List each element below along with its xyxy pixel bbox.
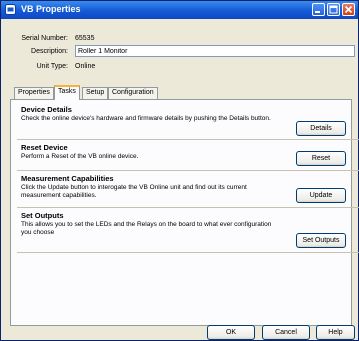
reset-device-description: Perform a Reset of the VB online device.: [21, 153, 139, 160]
tasks-panel: Device Details Check the online device's…: [10, 99, 359, 326]
maximize-button[interactable]: [327, 3, 340, 16]
section-divider: [17, 139, 359, 140]
unit-type-label: Unit Type:: [36, 63, 68, 70]
device-details-title: Device Details: [21, 105, 72, 114]
tab-properties[interactable]: Properties: [14, 87, 54, 99]
reset-device-title: Reset Device: [21, 143, 68, 152]
minimize-button[interactable]: [312, 3, 325, 16]
close-button[interactable]: [342, 3, 355, 16]
reset-button[interactable]: Reset: [296, 151, 346, 166]
measurement-capabilities-section: Measurement Capabilities Click the Updat…: [21, 174, 281, 200]
cancel-button[interactable]: Cancel: [262, 325, 310, 340]
help-button[interactable]: Help: [316, 325, 355, 340]
description-label: Description:: [31, 48, 68, 55]
description-input[interactable]: [75, 45, 355, 57]
details-button[interactable]: Details: [296, 121, 346, 136]
update-button[interactable]: Update: [296, 188, 346, 203]
set-outputs-description: This allows you to set the LEDs and the …: [21, 221, 272, 236]
measurement-capabilities-description: Click the Update button to interogate th…: [21, 184, 247, 199]
vb-properties-window: VB Properties Serial Number: 65535 Descr…: [0, 0, 359, 341]
serial-number-label: Serial Number:: [21, 35, 68, 42]
reset-device-section: Reset Device Perform a Reset of the VB o…: [21, 143, 281, 161]
device-details-description: Check the online device's hardware and f…: [21, 115, 271, 122]
tab-setup[interactable]: Setup: [82, 87, 109, 99]
window-title: VB Properties: [21, 4, 81, 14]
maximize-icon: [329, 5, 338, 14]
section-divider: [17, 252, 359, 253]
close-icon: [344, 5, 353, 14]
tab-tasks[interactable]: Tasks: [54, 85, 80, 100]
set-outputs-section: Set Outputs This allows you to set the L…: [21, 211, 281, 237]
ok-button[interactable]: OK: [207, 325, 255, 340]
set-outputs-title: Set Outputs: [21, 211, 64, 220]
section-divider: [17, 170, 359, 171]
title-bar[interactable]: VB Properties: [1, 1, 358, 19]
section-divider: [17, 207, 359, 208]
device-details-section: Device Details Check the online device's…: [21, 105, 281, 123]
minimize-icon: [315, 11, 320, 13]
app-icon: [5, 4, 16, 15]
tab-configuration[interactable]: Configuration: [108, 87, 158, 99]
measurement-capabilities-title: Measurement Capabilities: [21, 174, 114, 183]
set-outputs-button[interactable]: Set Outputs: [296, 233, 346, 248]
unit-type-value: Online: [75, 63, 96, 70]
serial-number-value: 65535: [75, 35, 95, 42]
